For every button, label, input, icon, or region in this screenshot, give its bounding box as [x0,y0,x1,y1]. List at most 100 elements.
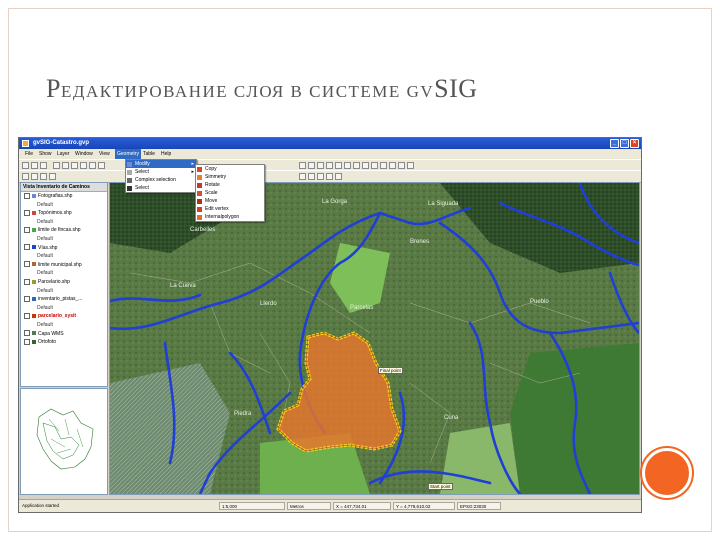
new-icon[interactable] [22,162,29,169]
toc-layer-row[interactable]: limite de fincas.shp [21,226,107,235]
line-tool-icon[interactable] [335,162,342,169]
layer-legend-row: Default [21,201,107,210]
point-tool-icon[interactable] [344,162,351,169]
polygon-tool-icon[interactable] [326,162,333,169]
toc-layer-row[interactable]: Fotografias.shp [21,192,107,201]
layer-symbol-icon [32,262,36,267]
y-coordinate: Y = 4,779,610.02 [393,502,455,510]
layer-visibility-checkbox[interactable] [24,312,30,319]
layer-symbol-icon [32,228,36,233]
toc-layer-row[interactable]: Parcelario.shp [21,278,107,287]
layer-legend-row: Default [21,304,107,313]
layer-visibility-checkbox[interactable] [24,192,30,199]
map-label-10: Cuna [444,415,459,421]
save-icon[interactable] [40,162,47,169]
title-gv: GV [406,82,435,101]
vertex-tool-icon[interactable] [407,162,414,169]
layer-label: Parcelario.shp [38,278,70,285]
menu-item-rotate[interactable]: Rotate [196,181,264,189]
layer-visibility-checkbox[interactable] [24,330,30,337]
layer-label: parcelario_sysit [38,313,77,320]
toc-layer-row[interactable]: Capa WMS [21,330,107,339]
maximize-button[interactable]: □ [620,139,629,148]
menu-help[interactable]: Help [161,151,171,157]
close-button[interactable]: × [630,139,639,148]
toc-layer-row[interactable]: limite municipal.shp [21,261,107,270]
layer-visibility-checkbox[interactable] [24,227,30,234]
scale-select[interactable]: 1:5,000 [219,502,285,510]
menu-window[interactable]: Window [75,151,93,157]
menu-item-complex-selection[interactable]: Complex selection [126,176,196,184]
minimize-button[interactable]: _ [610,139,619,148]
layer-visibility-checkbox[interactable] [24,338,30,345]
layer-visibility-checkbox[interactable] [24,209,30,216]
layer-legend-label: Default [37,270,53,277]
layer-legend-row: Default [21,252,107,261]
table-icon[interactable] [31,173,38,180]
layer-visibility-checkbox[interactable] [24,244,30,251]
menu-item-internal-polygon[interactable]: Internalpolygon [196,213,264,221]
delete-icon[interactable] [335,173,342,180]
toc-layer-row[interactable]: inventario_pistas_... [21,295,107,304]
menu-item-copy[interactable]: Copy [196,165,264,173]
rotate-tool-icon[interactable] [380,162,387,169]
units-field: Metros [287,502,331,510]
add-layer-icon[interactable] [53,162,60,169]
edit-vertex-label: Edit vertex [205,206,229,212]
redo-icon[interactable] [308,173,315,180]
edit-icon[interactable] [362,162,369,169]
toc-layer-row[interactable]: Vías.shp [21,244,107,253]
full-extent-icon[interactable] [89,162,96,169]
toc-layer-row[interactable]: Topónimos.shp [21,209,107,218]
layout-icon[interactable] [40,173,47,180]
move-tool-icon[interactable] [398,162,405,169]
layer-symbol-icon [32,193,36,198]
symmetry-label: Simmetry [205,174,227,180]
copy-tool-icon[interactable] [371,162,378,169]
menu-view[interactable]: View [99,151,110,157]
zoom-in-icon[interactable] [62,162,69,169]
layer-visibility-checkbox[interactable] [24,278,30,285]
menu-table[interactable]: Table [143,151,155,157]
menu-geometry[interactable]: Geometry [115,149,141,159]
area-icon[interactable] [308,162,315,169]
menu-item-select[interactable]: Select [126,184,196,192]
menu-item-edit-vertex[interactable]: Edit vertex [196,205,264,213]
print-icon[interactable] [49,173,56,180]
layer-visibility-checkbox[interactable] [24,261,30,268]
menu-file[interactable]: File [25,151,33,157]
layer-legend-row: Default [21,235,107,244]
map-label-7: Parcelas [350,305,373,311]
menu-bar: File Show Layer Window View Geometry Tab… [19,149,641,159]
layer-label: Capa WMS [38,330,64,337]
scale-tool-icon[interactable] [389,162,396,169]
complex-selection-icon [127,177,132,183]
snap-icon[interactable] [353,162,360,169]
open-icon[interactable] [31,162,38,169]
menu-item-select-sub[interactable]: Select ▸ [126,168,196,176]
map-canvas[interactable]: La Gorga Brenes Carbelles La Siguada La … [109,182,640,495]
window-titlebar[interactable]: gvSIG-Catastro.gvp _ □ × [19,138,641,149]
menu-item-scale[interactable]: Scale [196,189,264,197]
layer-properties-icon[interactable] [22,173,29,180]
toc-layer-row[interactable]: parcelario_sysit [21,312,107,321]
cut-icon[interactable] [317,173,324,180]
undo-icon[interactable] [299,173,306,180]
toc-layer-row[interactable]: Ortofoto [21,338,107,347]
menu-show[interactable]: Show [39,151,52,157]
window-title: gvSIG-Catastro.gvp [33,140,90,146]
menu-item-move[interactable]: Move [196,197,264,205]
menu-item-symmetry[interactable]: Simmetry [196,173,264,181]
layer-visibility-checkbox[interactable] [24,295,30,302]
layer-legend-row: Default [21,218,107,227]
paste-icon[interactable] [326,173,333,180]
info-icon[interactable] [98,162,105,169]
menu-layer[interactable]: Layer [57,151,70,157]
menu-item-modify[interactable]: Modify ▸ [126,160,196,168]
overview-map[interactable] [20,388,108,495]
layer-symbol-icon [32,339,36,344]
zoom-out-icon[interactable] [71,162,78,169]
pan-icon[interactable] [80,162,87,169]
measure-icon[interactable] [299,162,306,169]
selection-icon[interactable] [317,162,324,169]
